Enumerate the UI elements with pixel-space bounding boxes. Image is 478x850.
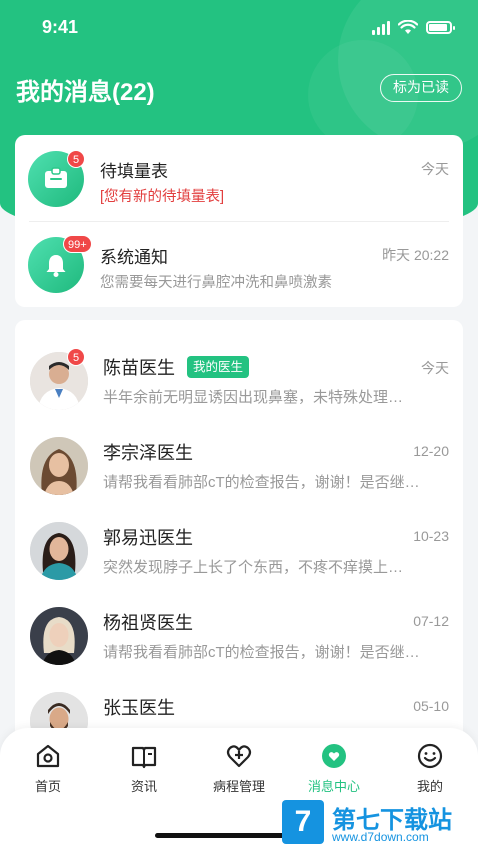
home-icon: [36, 744, 60, 768]
message-preview: 请帮我看看肺部cT的检查报告，谢谢！是否继…: [103, 644, 420, 661]
tab-mine[interactable]: 我的: [390, 742, 470, 802]
tab-home[interactable]: 首页: [8, 742, 88, 802]
message-date: 今天: [421, 360, 449, 376]
doctor-message-item[interactable]: 李宗泽医生 12-20 请帮我看看肺部cT的检查报告，谢谢！是否继…: [15, 421, 463, 507]
watermark: 7 第七下载站 www.d7down.com: [282, 800, 472, 846]
tab-label: 我的: [416, 779, 443, 794]
message-date: 今天: [421, 161, 449, 177]
heart-plus-icon: [226, 745, 252, 768]
doctor-name: 杨祖贤医生: [103, 613, 193, 633]
message-title: 系统通知: [100, 248, 168, 267]
avatar: [30, 522, 88, 580]
message-date: 10-23: [413, 528, 449, 544]
tab-label: 消息中心: [307, 779, 360, 794]
message-icon: [322, 744, 346, 768]
page-title: 我的消息(22): [16, 79, 155, 106]
message-preview: [您有新的待填量表]: [100, 189, 225, 205]
message-date: 07-12: [413, 613, 449, 629]
message-date: 05-10: [413, 698, 449, 714]
doctor-name: 张玉医生: [103, 698, 175, 718]
signal-icon: [372, 20, 390, 35]
tab-message-center[interactable]: 消息中心: [294, 742, 374, 802]
message-preview: 请帮我看看肺部cT的检查报告，谢谢！是否继…: [103, 474, 420, 491]
status-bar: 9:41: [0, 0, 478, 56]
message-title: 待填量表: [100, 162, 168, 181]
message-preview: 您需要每天进行鼻腔冲洗和鼻喷激素: [100, 275, 332, 291]
status-icons: [372, 20, 455, 35]
wifi-icon: [398, 20, 418, 34]
book-icon: [131, 746, 157, 769]
system-message-item[interactable]: 99+ 系统通知 昨天 20:22 您需要每天进行鼻腔冲洗和鼻喷激素: [15, 221, 463, 307]
avatar: [30, 607, 88, 665]
doctor-messages-card: 5 陈苗医生 我的医生 今天 半年余前无明显诱因出现鼻塞，未特殊处理… 李宗泽医…: [15, 320, 463, 750]
tab-disease-management[interactable]: 病程管理: [199, 742, 279, 802]
message-date: 12-20: [413, 443, 449, 459]
unread-badge: 99+: [63, 235, 92, 253]
watermark-url: www.d7down.com: [332, 830, 429, 844]
smile-icon: [417, 743, 443, 769]
system-messages-card: 5 待填量表 今天 [您有新的待填量表] 99+ 系统通知 昨天 20:22 您…: [15, 135, 463, 307]
battery-icon: [426, 21, 455, 34]
doctor-message-item[interactable]: 郭易迅医生 10-23 突然发现脖子上长了个东西，不疼不痒摸上…: [15, 506, 463, 592]
tab-label: 首页: [34, 779, 61, 794]
doctor-message-item[interactable]: 5 陈苗医生 我的医生 今天 半年余前无明显诱因出现鼻塞，未特殊处理…: [15, 336, 463, 422]
avatar: [30, 437, 88, 495]
message-preview: 突然发现脖子上长了个东西，不疼不痒摸上…: [103, 559, 404, 576]
doctor-name: 郭易迅医生: [103, 528, 193, 548]
tab-label: 资讯: [130, 779, 157, 794]
unread-badge: 5: [67, 348, 85, 366]
message-date: 昨天 20:22: [382, 247, 449, 263]
doctor-name: 陈苗医生: [103, 358, 175, 378]
mark-read-button[interactable]: 标为已读: [380, 74, 462, 102]
doctor-name: 李宗泽医生: [103, 443, 193, 463]
message-preview: 半年余前无明显诱因出现鼻塞，未特殊处理…: [103, 389, 404, 406]
tab-label: 病程管理: [212, 779, 265, 794]
status-time: 9:41: [42, 17, 79, 37]
tab-news[interactable]: 资讯: [104, 742, 184, 802]
my-doctor-tag: 我的医生: [187, 356, 250, 378]
watermark-logo: 7: [282, 800, 324, 844]
doctor-message-item[interactable]: 杨祖贤医生 07-12 请帮我看看肺部cT的检查报告，谢谢！是否继…: [15, 591, 463, 677]
system-message-item[interactable]: 5 待填量表 今天 [您有新的待填量表]: [15, 135, 463, 221]
unread-badge: 5: [67, 150, 85, 168]
